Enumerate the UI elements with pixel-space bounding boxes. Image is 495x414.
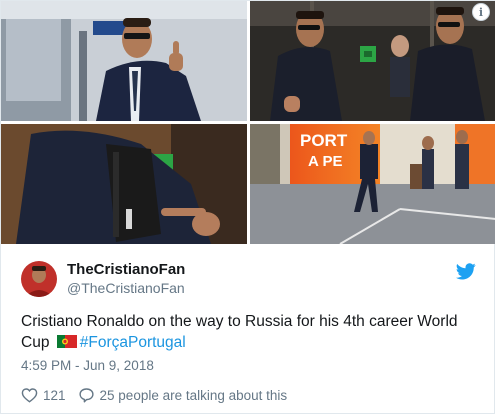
display-name[interactable]: TheCristianoFan [67, 261, 185, 279]
photo-walking-sunglasses[interactable] [250, 1, 495, 121]
info-icon[interactable]: i [472, 3, 490, 21]
photo-thumbs-up-image [1, 1, 247, 121]
tweet-text: Cristiano Ronaldo on the way to Russia f… [21, 311, 481, 353]
author-row: TheCristianoFan @TheCristianoFan [21, 259, 461, 299]
photo-backpack[interactable] [1, 124, 247, 244]
like-button[interactable]: 121 [21, 387, 66, 403]
photo-bus-image: PORT A PE [250, 124, 495, 244]
twitter-bird-icon[interactable] [456, 263, 476, 280]
bus-text-1: PORT [300, 131, 348, 150]
speech-bubble-icon [78, 388, 94, 403]
media-grid: PORT A PE [1, 1, 495, 244]
timestamp[interactable]: 4:59 PM - Jun 9, 2018 [21, 358, 154, 373]
handle[interactable]: @TheCristianoFan [67, 279, 185, 297]
photo-backpack-image [1, 124, 247, 244]
photo-bus[interactable]: PORT A PE [250, 124, 495, 244]
avatar[interactable] [21, 261, 57, 297]
actions-bar: 121 25 people are talking about this [21, 387, 287, 403]
conversation-link[interactable]: 25 people are talking about this [78, 387, 288, 403]
heart-icon [21, 388, 38, 403]
photo-thumbs-up[interactable] [1, 1, 247, 121]
conversation-text: 25 people are talking about this [99, 387, 288, 403]
tweet-card: i PORT A PE TheCristianoFan @TheCristian… [0, 0, 495, 414]
author-names: TheCristianoFan @TheCristianoFan [67, 261, 185, 297]
bus-text-2: A PE [308, 153, 342, 170]
photo-walking-sunglasses-image [250, 1, 495, 121]
like-count: 121 [43, 387, 66, 403]
hashtag-link[interactable]: #ForçaPortugal [80, 334, 186, 351]
portugal-flag-icon [56, 333, 77, 348]
